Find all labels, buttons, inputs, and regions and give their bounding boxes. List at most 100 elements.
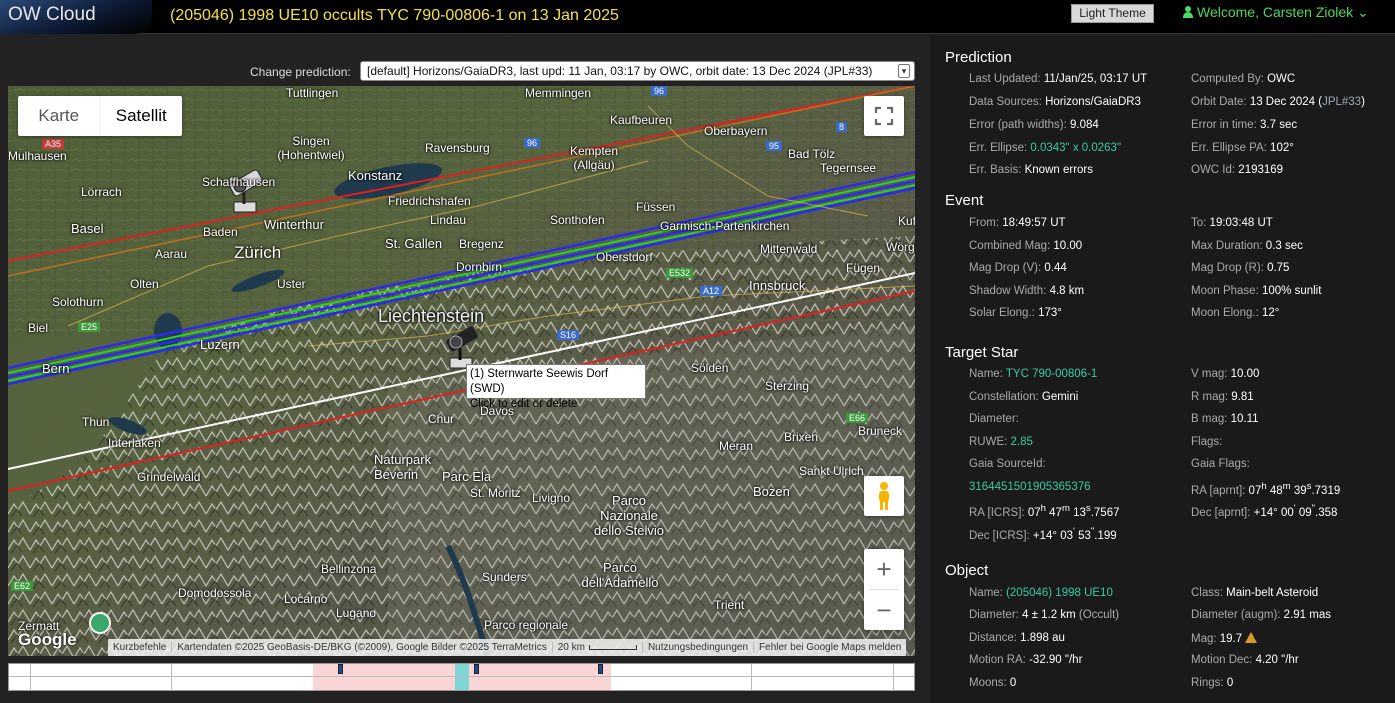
- user-icon: [1183, 6, 1193, 18]
- map-attribution: Kurzbefehle Kartendaten ©2025 GeoBasis-D…: [108, 639, 907, 656]
- prediction-select[interactable]: [default] Horizons/GaiaDR3, last upd: 11…: [360, 61, 915, 81]
- timeline-axis: [9, 676, 914, 677]
- field-label: Name:: [969, 368, 1003, 380]
- dec-aprnt-row: Dec [aprnt]: +14° 00' 09".358: [1191, 503, 1337, 519]
- max-duration-value: 0.3 sec: [1265, 240, 1303, 252]
- section-title: Target Star: [945, 344, 1019, 361]
- field-label: Last Updated:: [969, 73, 1041, 85]
- field-label: From:: [969, 217, 1000, 229]
- app-logo[interactable]: OW Cloud: [0, 0, 152, 34]
- observer-tooltip[interactable]: (1) Sternwarte Seewis Dorf (SWD) Click t…: [466, 364, 646, 410]
- mag-drop-r-value: 0.75: [1267, 262, 1290, 274]
- warning-icon[interactable]: [1245, 632, 1258, 643]
- welcome-text: Welcome, Carsten Ziolek: [1197, 4, 1354, 20]
- vmag-value: 10.00: [1230, 368, 1260, 380]
- map-view[interactable]: Breisgau Tuttlingen Memmingen Kaufbeuren…: [8, 86, 915, 656]
- map-type-karte-button[interactable]: Karte: [18, 96, 100, 136]
- field-label: RUWE:: [969, 436, 1008, 448]
- field-label: Flags:: [1191, 436, 1223, 448]
- time-slider[interactable]: [8, 663, 915, 691]
- app-name: OW Cloud: [8, 4, 96, 25]
- star-name-link[interactable]: TYC 790-00806-1: [1006, 368, 1097, 380]
- motion-ra-value: -32.90 "/hr: [1029, 654, 1083, 666]
- field-label: Max Duration:: [1191, 240, 1263, 252]
- orbit-date-close: ): [1361, 96, 1365, 108]
- ruwe-value[interactable]: 2.85: [1011, 436, 1033, 448]
- map-area: Change prediction: [default] Horizons/Ga…: [0, 35, 930, 703]
- terms-link[interactable]: Nutzungsbedingungen: [641, 642, 753, 653]
- zoom-in-button[interactable]: +: [864, 549, 904, 589]
- field-label: Orbit Date:: [1191, 96, 1247, 108]
- google-logo[interactable]: Google: [18, 630, 77, 650]
- shadow-width-value: 4.8 km: [1049, 285, 1085, 297]
- scale-bar: 20 km: [551, 642, 642, 653]
- keyboard-shortcuts-link[interactable]: Kurzbefehle: [108, 642, 171, 653]
- fullscreen-button[interactable]: [864, 96, 904, 136]
- field-label: Moon Phase:: [1191, 285, 1259, 297]
- gps-marker-icon[interactable]: [89, 612, 111, 634]
- field-label: Error in time:: [1191, 119, 1257, 131]
- zoom-out-button[interactable]: −: [864, 590, 904, 630]
- computed-by-value: OWC: [1267, 73, 1296, 85]
- bmag-value: 10.11: [1230, 413, 1259, 425]
- field-label: R mag:: [1191, 391, 1229, 403]
- map-type-control: Karte Satellit: [18, 96, 182, 136]
- field-label: Gaia Flags:: [1191, 458, 1250, 470]
- field-label: Data Sources:: [969, 96, 1042, 108]
- jpl-link[interactable]: JPL#33: [1322, 96, 1361, 108]
- field-label: Err. Basis:: [969, 164, 1022, 176]
- last-updated-value: 11/Jan/25, 03:17 UT: [1043, 73, 1148, 85]
- field-label: Rings:: [1191, 677, 1224, 689]
- chevron-down-icon: ⌄: [1357, 4, 1369, 20]
- motion-dec-value: 4.20 "/hr: [1255, 654, 1299, 666]
- map-type-satellit-button[interactable]: Satellit: [99, 96, 183, 136]
- moons-value: 0: [1009, 677, 1017, 689]
- field-label: Err. Ellipse PA:: [1191, 142, 1267, 154]
- field-label: Dec [aprnt]:: [1191, 506, 1251, 519]
- timeline-handle[interactable]: [474, 664, 479, 674]
- object-name-link[interactable]: (205046) 1998 UE10: [1006, 587, 1113, 599]
- solar-elong-value: 173°: [1038, 307, 1062, 319]
- field-label: OWC Id:: [1191, 164, 1236, 176]
- field-label: Dec [ICRS]:: [969, 529, 1030, 542]
- change-prediction-label: Change prediction:: [250, 65, 351, 79]
- light-theme-button[interactable]: Light Theme: [1071, 4, 1154, 23]
- to-value: 19:03:48 UT: [1209, 217, 1273, 229]
- gaia-source-id-link[interactable]: 3164451501905365376: [969, 481, 1091, 493]
- field-label: Motion Dec:: [1191, 654, 1253, 666]
- field-label: To:: [1191, 217, 1207, 229]
- field-label: Diameter (augm):: [1191, 609, 1281, 621]
- field-label: Diameter:: [969, 413, 1019, 425]
- timeline-tick: [893, 664, 894, 690]
- diameter-note: (Occult): [1078, 609, 1120, 621]
- field-label: Name:: [969, 587, 1003, 599]
- field-label: RA [aprnt]:: [1191, 484, 1246, 497]
- prediction-select-value: [default] Horizons/GaiaDR3, last upd: 11…: [367, 64, 873, 78]
- fullscreen-icon: [874, 106, 894, 126]
- chevron-down-icon: ▾: [898, 64, 910, 78]
- user-menu[interactable]: Welcome, Carsten Ziolek ⌄: [1183, 4, 1369, 21]
- dec-aprnt-value: +14° 00' 09".358: [1253, 503, 1338, 519]
- error-time-value: 3.7 sec: [1260, 119, 1298, 131]
- timeline-handle[interactable]: [338, 664, 343, 674]
- street-view-pegman-button[interactable]: [864, 476, 904, 516]
- pegman-icon: [879, 482, 889, 510]
- rmag-value: 9.81: [1231, 391, 1254, 403]
- field-label: Class:: [1191, 587, 1223, 599]
- field-label: Shadow Width:: [969, 285, 1047, 297]
- dec-icrs-row: Dec [ICRS]: +14° 03' 53".199: [969, 526, 1117, 542]
- error-path-value: 9.084: [1069, 119, 1099, 131]
- field-label: V mag:: [1191, 368, 1228, 380]
- err-ellipse-link[interactable]: 0.0343" x 0.0263": [1030, 142, 1121, 154]
- orbit-date-value: 13 Dec 2024 (: [1249, 96, 1323, 108]
- field-label: Solar Elong.:: [969, 307, 1035, 319]
- timeline-tick: [171, 664, 172, 690]
- tooltip-hint: Click to edit or delete: [470, 398, 578, 410]
- field-label: Mag Drop (R):: [1191, 262, 1264, 274]
- report-error-link[interactable]: Fehler bei Google Maps melden: [753, 642, 906, 653]
- ra-icrs-value: 07h 47m 13s.7567: [1027, 503, 1120, 519]
- owc-id-value: 2193169: [1238, 164, 1284, 176]
- timeline-handle[interactable]: [598, 664, 603, 674]
- diameter-value: 4 ± 1.2 km: [1022, 609, 1076, 621]
- field-label: Computed By:: [1191, 73, 1264, 85]
